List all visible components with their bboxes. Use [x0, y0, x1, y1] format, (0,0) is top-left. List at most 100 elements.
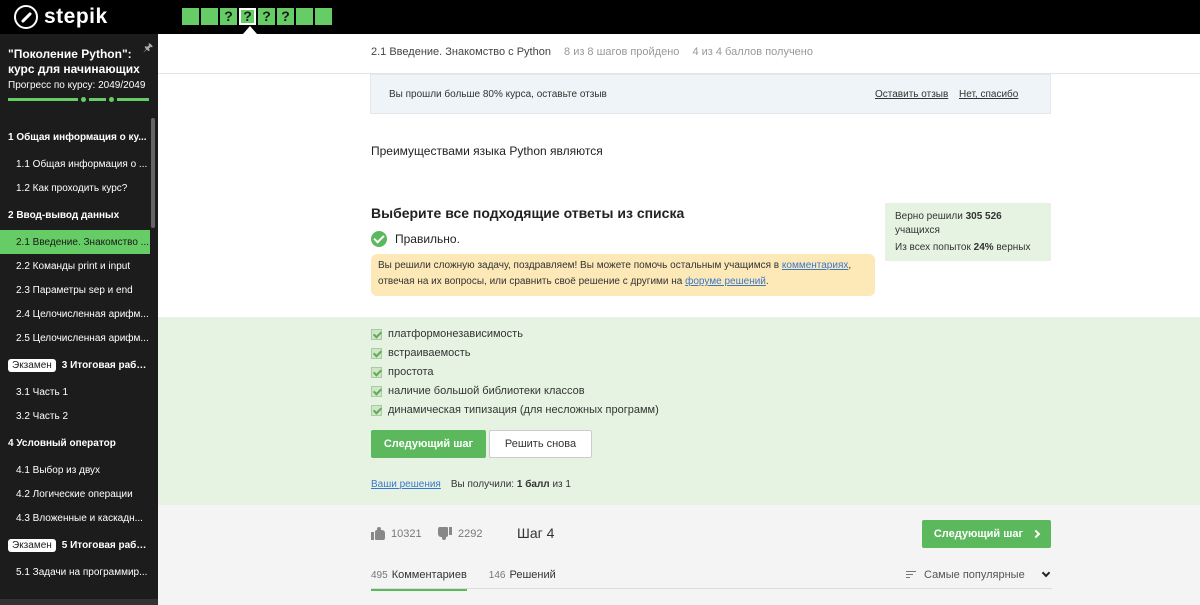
sort-label: Самые популярные	[924, 569, 1025, 581]
your-solutions-link[interactable]: Ваши решения	[371, 479, 441, 490]
sidebar-lesson[interactable]: 2.2 Команды print и input	[0, 254, 150, 278]
course-progress-bar	[8, 97, 149, 102]
sidebar-footer	[0, 599, 158, 605]
footer-next-step-button[interactable]: Следующий шаг	[922, 520, 1051, 548]
attempts-prefix: Из всех попыток	[895, 242, 974, 253]
checked-checkbox-icon[interactable]	[371, 385, 382, 397]
progress-segment	[88, 98, 107, 101]
answer-option[interactable]: динамическая типизация (для несложных пр…	[371, 404, 659, 416]
stepik-logo[interactable]: stepik	[14, 5, 108, 29]
solve-stats: Верно решили 305 526 учащихся Из всех по…	[885, 203, 1051, 261]
sidebar-lesson[interactable]: 2.5 Целочисленная арифм...	[0, 326, 150, 350]
attempts-line: Из всех попыток 24% верных	[895, 241, 1041, 255]
course-progress-label: Прогресс по курсу: 2049/2049	[8, 80, 146, 91]
step-button[interactable]	[182, 8, 199, 25]
sidebar-lesson[interactable]: 4.2 Логические операции	[0, 482, 150, 506]
question-text: Преимуществами языка Python являются	[371, 144, 603, 158]
sidebar-item-label: 4.3 Вложенные и каскадн...	[16, 512, 143, 524]
sidebar-item-label: 1.2 Как проходить курс?	[16, 182, 128, 194]
progress-segment	[8, 98, 78, 101]
sidebar-module[interactable]: Экзамен 3 Итоговая работа...	[0, 350, 150, 380]
sort-dropdown[interactable]: Самые популярные	[906, 568, 1050, 581]
answer-label: встраиваемость	[388, 347, 471, 359]
checked-checkbox-icon[interactable]	[371, 366, 382, 378]
step-button[interactable]: ?	[258, 8, 275, 25]
sidebar-lesson[interactable]: 5.1 Задачи на программир...	[0, 560, 150, 584]
sidebar-lesson[interactable]: 1.2 Как проходить курс?	[0, 176, 150, 200]
solved-suffix: учащихся	[895, 225, 940, 236]
sidebar-item-label: 3.1 Часть 1	[16, 386, 69, 398]
comments-link[interactable]: комментариях	[782, 260, 848, 271]
sidebar-item-label: 3.2 Часть 2	[16, 410, 69, 422]
sidebar-lesson[interactable]: 4.1 Выбор из двух	[0, 458, 150, 482]
answer-option[interactable]: встраиваемость	[371, 347, 471, 359]
answer-option[interactable]: платформонезависимость	[371, 328, 523, 340]
thumbs-down-icon	[438, 527, 452, 540]
sidebar-scrollbar[interactable]	[151, 118, 155, 228]
sidebar-lesson[interactable]: 4.3 Вложенные и каскадн...	[0, 506, 150, 530]
exam-badge: Экзамен	[8, 538, 56, 552]
like-button[interactable]: 10321	[371, 527, 422, 540]
progress-dot	[80, 97, 86, 102]
footer-next-step-label: Следующий шаг	[933, 528, 1024, 540]
solved-line: Верно решили 305 526	[895, 210, 1041, 224]
progress-segment	[116, 98, 149, 101]
sidebar-lesson[interactable]: 2.1 Введение. Знакомство ...	[0, 230, 150, 254]
active-step-pointer	[243, 26, 257, 34]
sidebar-lesson[interactable]: 2.3 Параметры sep и end	[0, 278, 150, 302]
solutions-forum-link[interactable]: форуме решений	[685, 276, 766, 287]
check-circle-icon	[371, 231, 387, 247]
checked-checkbox-icon[interactable]	[371, 328, 382, 340]
retry-button[interactable]: Решить снова	[489, 430, 592, 458]
congrats-text: Вы решили сложную задачу, поздравляем! В…	[378, 260, 782, 271]
step-button[interactable]	[296, 8, 313, 25]
dislike-count: 2292	[458, 527, 483, 540]
next-step-button[interactable]: Следующий шаг	[371, 430, 486, 458]
dislike-button[interactable]: 2292	[438, 527, 482, 540]
congrats-text: .	[765, 276, 769, 287]
sidebar-item-label: 2.5 Целочисленная арифм...	[16, 332, 149, 344]
thumbs-up-icon	[371, 527, 385, 540]
attempts-suffix: верных	[993, 242, 1031, 253]
solved-count: 305 526	[965, 211, 1002, 222]
tabs-divider	[371, 588, 1052, 589]
sidebar-item-label: 2 Ввод-вывод данных	[8, 209, 120, 221]
no-thanks-link[interactable]: Нет, спасибо	[959, 89, 1018, 100]
sidebar-module[interactable]: Экзамен 5 Итоговая работа...	[0, 530, 150, 560]
tab-label: Комментариев	[391, 569, 467, 581]
lesson-title[interactable]: 2.1 Введение. Знакомство с Python	[371, 46, 551, 58]
sidebar-lesson[interactable]: 3.1 Часть 1	[0, 380, 150, 404]
sidebar-module[interactable]: 4 Условный оператор	[0, 428, 150, 458]
sort-icon	[906, 571, 916, 579]
answers-area: платформонезависимость встраиваемость прос…	[158, 317, 1200, 505]
step-button[interactable]: ?	[239, 8, 256, 25]
step-button[interactable]: ?	[220, 8, 237, 25]
pin-icon[interactable]: 🖈	[143, 39, 153, 58]
choose-title: Выберите все подходящие ответы из списка	[371, 205, 685, 221]
chevron-right-icon	[1031, 529, 1041, 539]
result-row: Ваши решения Вы получили: 1 балл из 1	[371, 479, 571, 490]
step-label: Шаг 4	[517, 525, 555, 541]
answer-option[interactable]: простота	[371, 366, 434, 378]
attempts-percent: 24%	[973, 242, 994, 253]
sidebar-lesson[interactable]: 1.1 Общая информация о ...	[0, 152, 150, 176]
course-title[interactable]: "Поколение Python": курс для начинающих	[8, 47, 143, 77]
checked-checkbox-icon[interactable]	[371, 404, 382, 416]
step-button[interactable]	[315, 8, 332, 25]
step-button[interactable]: ?	[277, 8, 294, 25]
step-navigation: ????	[182, 8, 332, 25]
sidebar-item-label: 5.1 Задачи на программир...	[16, 566, 148, 578]
checked-checkbox-icon[interactable]	[371, 347, 382, 359]
sidebar-lesson[interactable]: 3.2 Часть 2	[0, 404, 150, 428]
sidebar-lesson[interactable]: 2.4 Целочисленная арифм...	[0, 302, 150, 326]
step-button[interactable]	[201, 8, 218, 25]
leave-review-link[interactable]: Оставить отзыв	[875, 89, 948, 100]
top-bar: stepik ????	[0, 0, 1200, 34]
correct-label: Правильно.	[395, 232, 460, 246]
step-content: Вы прошли больше 80% курса, оставьте отз…	[158, 74, 1200, 317]
answer-option[interactable]: наличие большой библиотеки классов	[371, 385, 585, 397]
sidebar-module[interactable]: 2 Ввод-вывод данных	[0, 200, 150, 230]
sidebar-module[interactable]: 1 Общая информация о ку...	[0, 122, 150, 152]
sidebar-item-label: 5 Итоговая работа...	[61, 539, 150, 551]
sidebar-item-label: 2.2 Команды print и input	[16, 260, 131, 272]
